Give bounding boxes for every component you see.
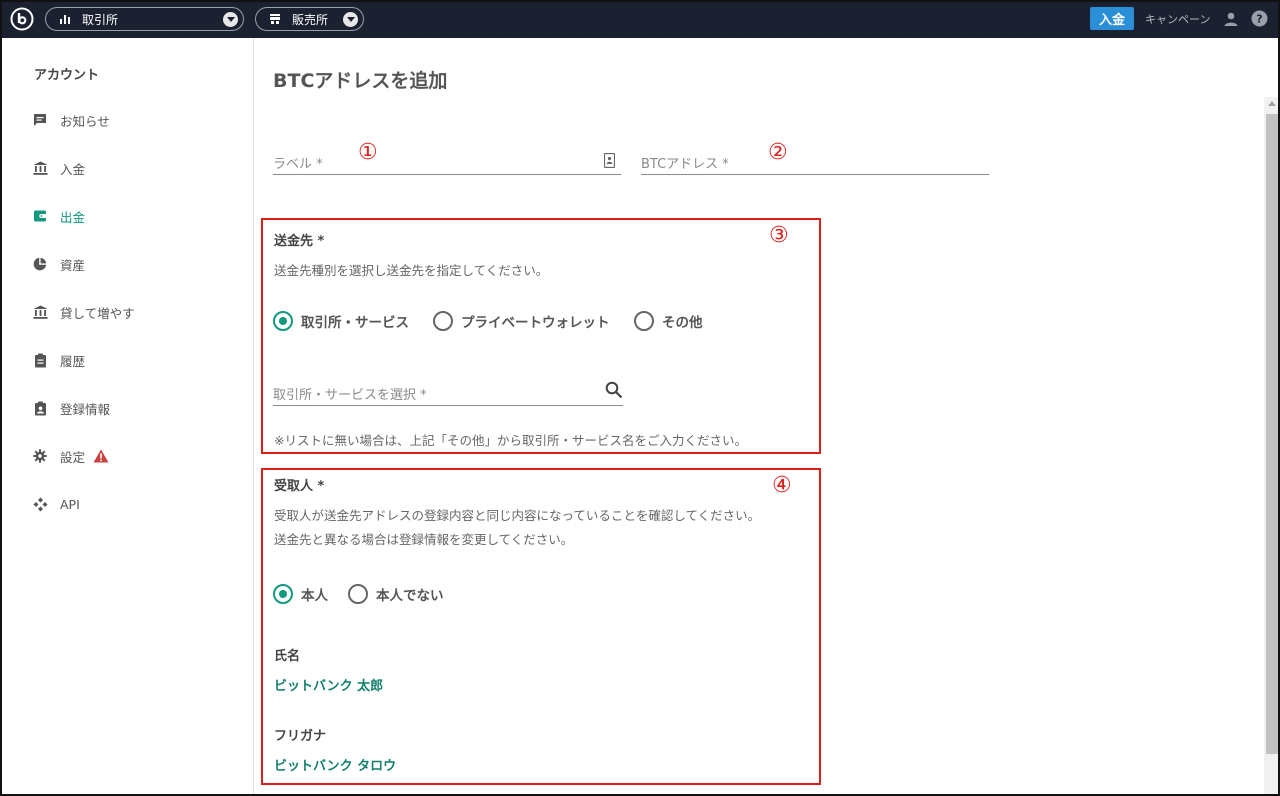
- store-icon: [268, 12, 282, 26]
- radio-not-self[interactable]: 本人でない: [348, 584, 444, 604]
- app-window: 取引所 販売所 入金 キャンペーン ? アカウント お知らせ 入金 出金 資産 …: [0, 0, 1280, 796]
- destination-description: 送金先種別を選択し送金先を指定してください。: [274, 263, 549, 278]
- sales-label: 販売所: [292, 12, 329, 27]
- scroll-up-arrow-icon[interactable]: [1268, 101, 1276, 106]
- radio-label: その他: [662, 315, 703, 331]
- contact-card-icon: [603, 152, 616, 172]
- sidebar-item-label: 入金: [60, 161, 86, 177]
- annotation-marker-1: ①: [358, 140, 378, 165]
- recipient-title: 受取人 *: [274, 479, 325, 494]
- sidebar-item-registration-info[interactable]: 登録情報: [32, 396, 110, 420]
- sidebar-item-label: お知らせ: [60, 113, 110, 129]
- radio-label: 本人でない: [376, 588, 444, 604]
- sidebar-item-label: 資産: [60, 257, 86, 273]
- sidebar-item-lending[interactable]: 貸して増やす: [32, 300, 135, 324]
- chevron-down-icon: [223, 12, 238, 27]
- wallet-icon: [32, 208, 48, 224]
- message-icon: [32, 112, 48, 128]
- sidebar-item-label: 登録情報: [60, 401, 111, 417]
- sidebar-item-label: 設定: [60, 449, 86, 465]
- page-title: BTCアドレスを追加: [273, 70, 448, 92]
- top-navigation-bar: 取引所 販売所 入金 キャンペーン ?: [2, 2, 1278, 38]
- sidebar-item-notifications[interactable]: お知らせ: [32, 108, 110, 132]
- radio-label: プライベートウォレット: [461, 315, 610, 331]
- destination-note: ※リストに無い場合は、上記「その他」から取引所・サービス名をご入力ください。: [274, 433, 747, 448]
- exchange-label: 取引所: [82, 12, 119, 27]
- radio-other[interactable]: その他: [634, 311, 703, 331]
- annotation-marker-3: ③: [769, 223, 789, 248]
- label-input[interactable]: ラベル *: [273, 145, 621, 175]
- btc-address-placeholder: BTCアドレス *: [641, 157, 729, 172]
- recipient-description-1: 受取人が送金先アドレスの登録内容と同じ内容になっていることを確認してください。: [274, 508, 761, 523]
- search-placeholder: 取引所・サービスを選択 *: [273, 388, 427, 403]
- radio-self[interactable]: 本人: [273, 584, 328, 604]
- recipient-section: 受取人 * ④ 受取人が送金先アドレスの登録内容と同じ内容になっていることを確認…: [261, 468, 821, 785]
- bank-icon: [32, 160, 48, 176]
- scrollbar-thumb[interactable]: [1266, 114, 1278, 754]
- sidebar-item-settings[interactable]: 設定: [32, 444, 109, 468]
- chevron-down-icon: [343, 12, 358, 27]
- radio-checked-icon: [273, 311, 293, 331]
- sidebar-item-withdrawal[interactable]: 出金: [32, 204, 85, 228]
- bitbank-logo-icon[interactable]: [10, 7, 34, 31]
- name-value: ビットバンク 太郎: [274, 679, 384, 694]
- exchange-service-search-input[interactable]: 取引所・サービスを選択 *: [273, 376, 623, 406]
- vertical-scrollbar[interactable]: [1264, 97, 1278, 794]
- kana-value: ビットバンク タロウ: [274, 759, 397, 774]
- name-label: 氏名: [274, 649, 301, 664]
- kana-label: フリガナ: [274, 729, 327, 744]
- label-placeholder: ラベル *: [273, 157, 323, 172]
- svg-text:?: ?: [1256, 13, 1262, 26]
- sidebar-heading: アカウント: [34, 68, 100, 83]
- annotation-marker-2: ②: [768, 140, 788, 165]
- bar-chart-icon: [58, 12, 72, 26]
- clipboard-icon: [32, 352, 48, 368]
- radio-checked-icon: [273, 584, 293, 604]
- annotation-marker-4: ④: [772, 473, 792, 498]
- radio-label: 本人: [301, 588, 328, 604]
- exchange-dropdown[interactable]: 取引所: [45, 7, 244, 31]
- warning-icon: [93, 449, 109, 463]
- sidebar-item-label: 履歴: [60, 353, 86, 369]
- sidebar: アカウント お知らせ 入金 出金 資産 貸して増やす 履歴 登録情報 設定 AP…: [4, 38, 254, 794]
- sidebar-item-label: API: [60, 496, 80, 512]
- deposit-button[interactable]: 入金: [1090, 7, 1134, 30]
- radio-private-wallet[interactable]: プライベートウォレット: [433, 311, 610, 331]
- campaign-link[interactable]: キャンペーン: [1145, 11, 1210, 27]
- radio-unchecked-icon: [348, 584, 368, 604]
- user-icon[interactable]: [1223, 11, 1239, 27]
- main-content: BTCアドレスを追加 ラベル * ① BTCアドレス * ② 送金先 * ③ 送…: [254, 38, 1264, 794]
- id-card-icon: [32, 400, 48, 416]
- btc-address-input[interactable]: BTCアドレス *: [641, 145, 989, 175]
- destination-title: 送金先 *: [274, 234, 325, 249]
- bank-icon: [32, 304, 48, 320]
- gear-icon: [32, 448, 48, 464]
- radio-unchecked-icon: [433, 311, 453, 331]
- sidebar-item-label: 貸して増やす: [60, 305, 135, 321]
- sidebar-item-api[interactable]: API: [32, 492, 80, 516]
- sales-dropdown[interactable]: 販売所: [255, 7, 364, 31]
- radio-label: 取引所・サービス: [301, 315, 409, 331]
- radio-unchecked-icon: [634, 311, 654, 331]
- pie-chart-icon: [32, 256, 48, 272]
- search-icon[interactable]: [605, 381, 623, 403]
- destination-section: 送金先 * ③ 送金先種別を選択し送金先を指定してください。 取引所・サービス …: [261, 218, 821, 454]
- sidebar-item-label: 出金: [60, 209, 86, 225]
- sidebar-item-assets[interactable]: 資産: [32, 252, 85, 276]
- radio-exchange-service[interactable]: 取引所・サービス: [273, 311, 409, 331]
- sidebar-item-deposit[interactable]: 入金: [32, 156, 85, 180]
- help-icon[interactable]: ?: [1251, 10, 1268, 27]
- api-icon: [32, 496, 48, 512]
- recipient-description-2: 送金先と異なる場合は登録情報を変更してください。: [274, 532, 574, 547]
- sidebar-item-history[interactable]: 履歴: [32, 348, 85, 372]
